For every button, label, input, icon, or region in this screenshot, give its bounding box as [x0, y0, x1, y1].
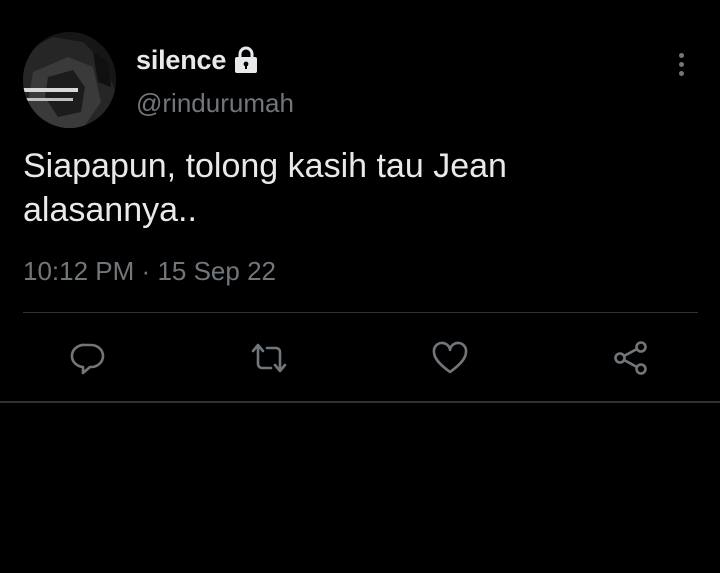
lock-icon — [233, 46, 259, 74]
heart-icon — [432, 341, 468, 374]
reply-button[interactable] — [66, 336, 110, 380]
avatar[interactable] — [23, 32, 116, 128]
more-vertical-icon-dot — [678, 61, 684, 67]
retweet-icon — [251, 343, 287, 373]
more-vertical-icon-dot — [678, 70, 684, 76]
retweet-button[interactable] — [247, 336, 291, 380]
user-handle[interactable]: @rindurumah — [136, 88, 294, 119]
tweet-text: Siapapun, tolong kasih tau Jean alasanny… — [23, 147, 507, 229]
action-bar — [0, 330, 720, 384]
avatar-image — [23, 32, 116, 128]
meta-separator: · — [141, 256, 151, 286]
share-icon — [614, 341, 647, 375]
name-row: silence — [136, 44, 259, 76]
more-options-button[interactable] — [664, 46, 698, 82]
tweet-date: 15 Sep 22 — [157, 256, 276, 286]
like-button[interactable] — [428, 336, 472, 380]
more-vertical-icon — [678, 52, 684, 58]
tweet-card: silence @rindurumah Siapapun, tolong kas… — [0, 0, 720, 403]
display-name[interactable]: silence — [136, 45, 226, 76]
divider — [23, 312, 698, 313]
share-button[interactable] — [609, 336, 653, 380]
tweet-timestamp[interactable]: 10:12 PM · 15 Sep 22 — [23, 256, 276, 287]
tweet-time: 10:12 PM — [23, 256, 135, 286]
reply-icon — [70, 343, 105, 375]
